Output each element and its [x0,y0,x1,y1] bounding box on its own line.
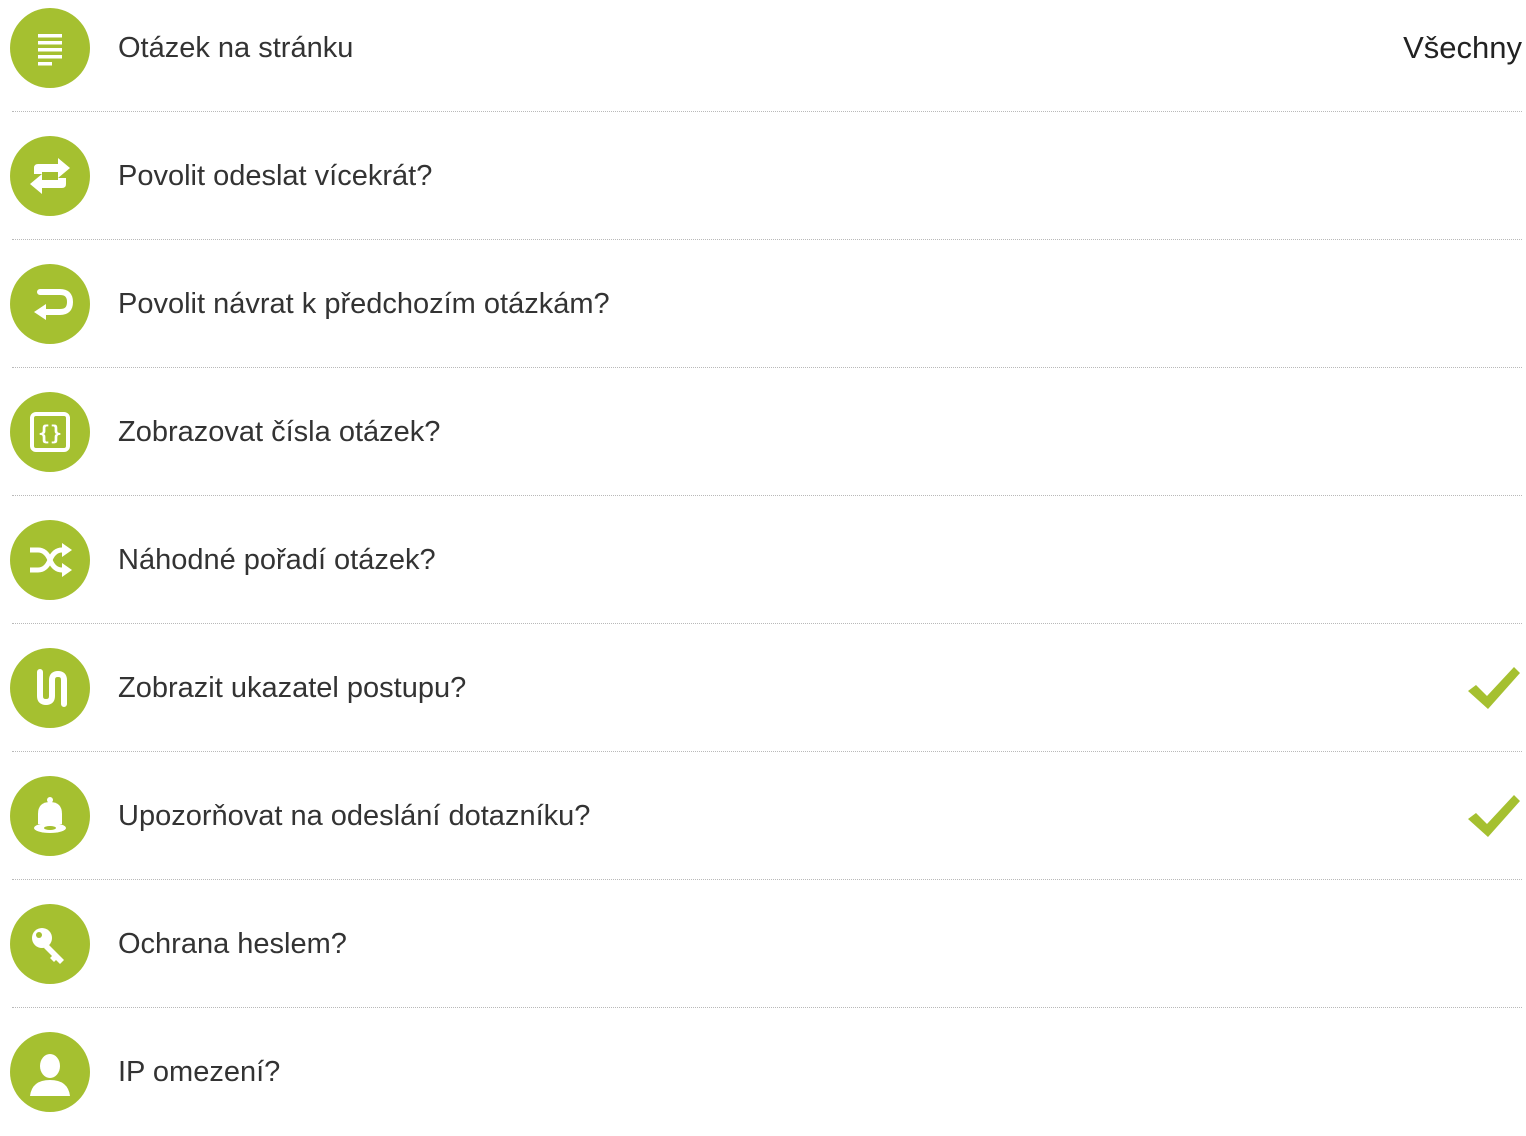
setting-label: IP omezení? [118,1055,281,1088]
questions-per-page-value[interactable]: Všechny [1403,30,1522,66]
checkmark-icon[interactable] [1466,791,1522,841]
setting-label: Povolit odeslat vícekrát? [118,159,433,192]
list-icon [10,8,90,88]
setting-label: Otázek na stránku [118,31,354,64]
setting-label: Upozorňovat na odeslání dotazníku? [118,799,591,832]
progress-path-icon [10,648,90,728]
repeat-icon [10,136,90,216]
setting-row-password-protection[interactable]: Ochrana heslem? [0,880,1526,1008]
setting-row-ip-restriction[interactable]: IP omezení? [0,1008,1526,1136]
setting-label: Zobrazovat čísla otázek? [118,415,441,448]
survey-settings-list: Otázek na stránku Všechny Povolit odesla… [0,0,1526,1112]
setting-row-allow-multiple-submit[interactable]: Povolit odeslat vícekrát? [0,112,1526,240]
setting-label: Ochrana heslem? [118,927,347,960]
setting-row-notify-submission[interactable]: Upozorňovat na odeslání dotazníku? [0,752,1526,880]
setting-label: Náhodné pořadí otázek? [118,543,436,576]
key-icon [10,904,90,984]
setting-row-progress-indicator[interactable]: Zobrazit ukazatel postupu? [0,624,1526,752]
bell-icon [10,776,90,856]
return-arrow-icon [10,264,90,344]
braces-icon: {} [10,392,90,472]
user-icon [10,1032,90,1112]
setting-row-questions-per-page[interactable]: Otázek na stránku Všechny [0,0,1526,112]
setting-label: Zobrazit ukazatel postupu? [118,671,467,704]
setting-row-allow-return[interactable]: Povolit návrat k předchozím otázkám? [0,240,1526,368]
svg-text:{}: {} [38,421,62,445]
setting-row-random-order[interactable]: Náhodné pořadí otázek? [0,496,1526,624]
checkmark-icon[interactable] [1466,663,1522,713]
setting-row-show-question-numbers[interactable]: {} Zobrazovat čísla otázek? [0,368,1526,496]
setting-label: Povolit návrat k předchozím otázkám? [118,287,610,320]
shuffle-icon [10,520,90,600]
